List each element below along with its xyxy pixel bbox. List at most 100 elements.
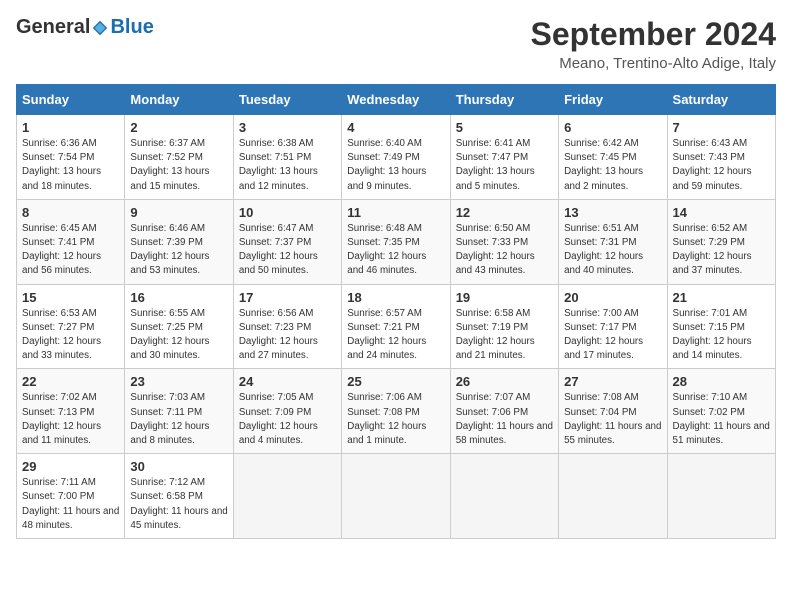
calendar-week-row: 1 Sunrise: 6:36 AMSunset: 7:54 PMDaylight… — [17, 115, 776, 200]
calendar-cell — [559, 454, 667, 539]
day-detail: Sunrise: 6:48 AMSunset: 7:35 PMDaylight:… — [347, 222, 444, 279]
calendar-cell: 4 Sunrise: 6:40 AMSunset: 7:49 PMDaylight… — [342, 115, 450, 200]
calendar-cell: 2Sunrise: 6:37 AMSunset: 7:52 PMDaylight… — [125, 115, 233, 200]
calendar-cell: 27 Sunrise: 7:08 AMSunset: 7:04 PMDayligh… — [559, 369, 667, 454]
day-detail: Sunrise: 6:57 AMSunset: 7:21 PMDaylight:… — [347, 307, 444, 364]
page-header: General Blue September 2024 Meano, Trent… — [16, 16, 776, 72]
day-detail: Sunrise: 7:06 AMSunset: 7:08 PMDaylight:… — [347, 391, 444, 448]
calendar-cell — [342, 454, 450, 539]
calendar-cell: 30 Sunrise: 7:12 AMSunset: 6:58 PMDayligh… — [125, 454, 233, 539]
day-number: 11 — [347, 205, 444, 220]
col-header-thursday: Thursday — [450, 85, 558, 115]
day-detail: Sunrise: 7:03 AMSunset: 7:11 PMDaylight:… — [130, 391, 227, 448]
day-detail: Sunrise: 6:43 AMSunset: 7:43 PMDaylight:… — [673, 137, 770, 194]
day-number: 9 — [130, 205, 227, 220]
day-detail: Sunrise: 6:51 AMSunset: 7:31 PMDaylight:… — [564, 222, 661, 279]
calendar-cell: 8Sunrise: 6:45 AMSunset: 7:41 PMDaylight… — [17, 199, 125, 284]
calendar-cell: 7 Sunrise: 6:43 AMSunset: 7:43 PMDaylight… — [667, 115, 775, 200]
col-header-tuesday: Tuesday — [233, 85, 341, 115]
calendar-cell: 10Sunrise: 6:47 AMSunset: 7:37 PMDayligh… — [233, 199, 341, 284]
day-number: 29 — [22, 459, 119, 474]
logo-general: General — [16, 16, 90, 39]
day-detail: Sunrise: 6:50 AMSunset: 7:33 PMDaylight:… — [456, 222, 553, 279]
day-number: 16 — [130, 290, 227, 305]
calendar-cell: 24Sunrise: 7:05 AMSunset: 7:09 PMDayligh… — [233, 369, 341, 454]
calendar-cell: 20 Sunrise: 7:00 AMSunset: 7:17 PMDayligh… — [559, 284, 667, 369]
calendar-cell: 13 Sunrise: 6:51 AMSunset: 7:31 PMDayligh… — [559, 199, 667, 284]
calendar-cell: 14 Sunrise: 6:52 AMSunset: 7:29 PMDayligh… — [667, 199, 775, 284]
calendar-cell: 3 Sunrise: 6:38 AMSunset: 7:51 PMDaylight… — [233, 115, 341, 200]
day-detail: Sunrise: 7:10 AMSunset: 7:02 PMDaylight:… — [673, 391, 770, 448]
col-header-saturday: Saturday — [667, 85, 775, 115]
day-detail: Sunrise: 6:42 AMSunset: 7:45 PMDaylight:… — [564, 137, 661, 194]
day-detail: Sunrise: 6:55 AMSunset: 7:25 PMDaylight:… — [130, 307, 227, 364]
day-detail: Sunrise: 6:52 AMSunset: 7:29 PMDaylight:… — [673, 222, 770, 279]
day-detail: Sunrise: 7:12 AMSunset: 6:58 PMDaylight:… — [130, 476, 227, 533]
day-number: 26 — [456, 374, 553, 389]
calendar-table: SundayMondayTuesdayWednesdayThursdayFrid… — [16, 84, 776, 539]
calendar-cell: 17 Sunrise: 6:56 AMSunset: 7:23 PMDayligh… — [233, 284, 341, 369]
calendar-week-row: 15Sunrise: 6:53 AMSunset: 7:27 PMDayligh… — [17, 284, 776, 369]
calendar-cell: 25 Sunrise: 7:06 AMSunset: 7:08 PMDayligh… — [342, 369, 450, 454]
calendar-cell: 29 Sunrise: 7:11 AMSunset: 7:00 PMDayligh… — [17, 454, 125, 539]
calendar-header-row: SundayMondayTuesdayWednesdayThursdayFrid… — [17, 85, 776, 115]
day-detail: Sunrise: 7:00 AMSunset: 7:17 PMDaylight:… — [564, 307, 661, 364]
day-number: 4 — [347, 120, 444, 135]
day-number: 2 — [130, 120, 227, 135]
calendar-cell — [667, 454, 775, 539]
calendar-cell: 11 Sunrise: 6:48 AMSunset: 7:35 PMDayligh… — [342, 199, 450, 284]
day-detail: Sunrise: 6:47 AMSunset: 7:37 PMDaylight:… — [239, 222, 336, 279]
day-detail: Sunrise: 7:11 AMSunset: 7:00 PMDaylight:… — [22, 476, 119, 533]
day-number: 8 — [22, 205, 119, 220]
day-number: 28 — [673, 374, 770, 389]
calendar-cell: 28 Sunrise: 7:10 AMSunset: 7:02 PMDayligh… — [667, 369, 775, 454]
day-detail: Sunrise: 7:08 AMSunset: 7:04 PMDaylight:… — [564, 391, 661, 448]
day-number: 15 — [22, 290, 119, 305]
day-number: 22 — [22, 374, 119, 389]
day-detail: Sunrise: 6:36 AMSunset: 7:54 PMDaylight:… — [22, 137, 119, 194]
calendar-cell: 26 Sunrise: 7:07 AMSunset: 7:06 PMDayligh… — [450, 369, 558, 454]
day-number: 27 — [564, 374, 661, 389]
day-number: 17 — [239, 290, 336, 305]
col-header-friday: Friday — [559, 85, 667, 115]
day-number: 7 — [673, 120, 770, 135]
day-detail: Sunrise: 7:01 AMSunset: 7:15 PMDaylight:… — [673, 307, 770, 364]
day-number: 19 — [456, 290, 553, 305]
day-number: 1 — [22, 120, 119, 135]
day-number: 6 — [564, 120, 661, 135]
logo: General Blue — [16, 16, 154, 39]
calendar-cell: 6 Sunrise: 6:42 AMSunset: 7:45 PMDaylight… — [559, 115, 667, 200]
day-number: 12 — [456, 205, 553, 220]
logo-icon — [91, 19, 109, 37]
month-title: September 2024 — [531, 16, 776, 53]
day-detail: Sunrise: 7:07 AMSunset: 7:06 PMDaylight:… — [456, 391, 553, 448]
day-number: 25 — [347, 374, 444, 389]
calendar-cell: 1 Sunrise: 6:36 AMSunset: 7:54 PMDaylight… — [17, 115, 125, 200]
day-detail: Sunrise: 6:38 AMSunset: 7:51 PMDaylight:… — [239, 137, 336, 194]
calendar-cell: 12 Sunrise: 6:50 AMSunset: 7:33 PMDayligh… — [450, 199, 558, 284]
calendar-cell: 23Sunrise: 7:03 AMSunset: 7:11 PMDayligh… — [125, 369, 233, 454]
day-detail: Sunrise: 7:02 AMSunset: 7:13 PMDaylight:… — [22, 391, 119, 448]
day-detail: Sunrise: 6:46 AMSunset: 7:39 PMDaylight:… — [130, 222, 227, 279]
calendar-cell: 18 Sunrise: 6:57 AMSunset: 7:21 PMDayligh… — [342, 284, 450, 369]
day-number: 5 — [456, 120, 553, 135]
calendar-cell: 15Sunrise: 6:53 AMSunset: 7:27 PMDayligh… — [17, 284, 125, 369]
day-number: 20 — [564, 290, 661, 305]
day-number: 21 — [673, 290, 770, 305]
day-detail: Sunrise: 7:05 AMSunset: 7:09 PMDaylight:… — [239, 391, 336, 448]
day-number: 30 — [130, 459, 227, 474]
calendar-week-row: 22 Sunrise: 7:02 AMSunset: 7:13 PMDayligh… — [17, 369, 776, 454]
day-number: 18 — [347, 290, 444, 305]
logo-blue: Blue — [110, 16, 153, 39]
calendar-cell: 21 Sunrise: 7:01 AMSunset: 7:15 PMDayligh… — [667, 284, 775, 369]
day-detail: Sunrise: 6:41 AMSunset: 7:47 PMDaylight:… — [456, 137, 553, 194]
day-detail: Sunrise: 6:56 AMSunset: 7:23 PMDaylight:… — [239, 307, 336, 364]
day-number: 13 — [564, 205, 661, 220]
calendar-cell: 16 Sunrise: 6:55 AMSunset: 7:25 PMDayligh… — [125, 284, 233, 369]
location-title: Meano, Trentino-Alto Adige, Italy — [531, 55, 776, 72]
title-block: September 2024 Meano, Trentino-Alto Adig… — [531, 16, 776, 72]
day-detail: Sunrise: 6:40 AMSunset: 7:49 PMDaylight:… — [347, 137, 444, 194]
day-number: 3 — [239, 120, 336, 135]
calendar-cell: 19Sunrise: 6:58 AMSunset: 7:19 PMDayligh… — [450, 284, 558, 369]
day-number: 14 — [673, 205, 770, 220]
